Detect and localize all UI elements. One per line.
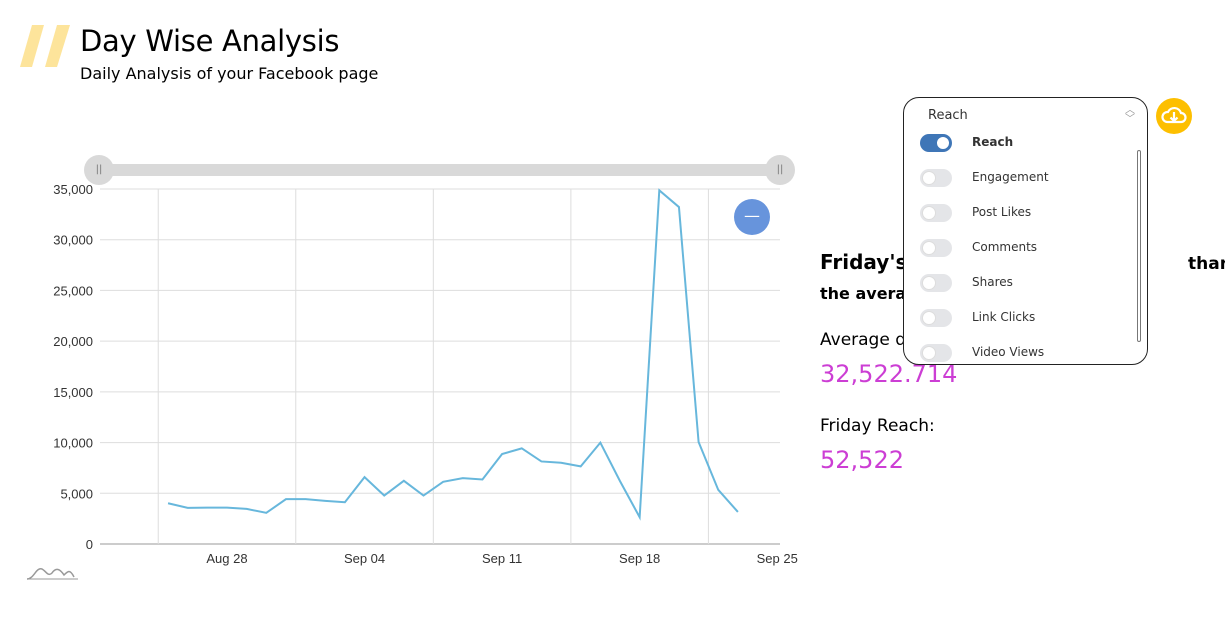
dropdown-selected[interactable]: Reach: [928, 108, 968, 123]
x-tick-label: Sep 25: [757, 551, 798, 566]
option-video-views[interactable]: Video Views: [920, 344, 1120, 364]
zoom-out-button[interactable]: —: [734, 199, 770, 235]
chevron-up-down-icon[interactable]: ︿ ﹀: [1125, 106, 1135, 125]
headline-end: than: [1188, 254, 1225, 274]
option-link-clicks[interactable]: Link Clicks: [920, 309, 1120, 331]
metric-dropdown[interactable]: Reach ︿ ﹀ Reach Engagement Post Likes Com…: [903, 97, 1148, 365]
y-tick-label: 20,000: [53, 334, 93, 349]
option-comments[interactable]: Comments: [920, 239, 1120, 261]
toggle-video-views[interactable]: [920, 344, 952, 362]
chart-range-scrollbar[interactable]: [98, 164, 780, 176]
x-tick-label: Sep 04: [344, 551, 385, 566]
toggle-engagement[interactable]: [920, 169, 952, 187]
toggle-shares[interactable]: [920, 274, 952, 292]
toggle-reach[interactable]: [920, 134, 952, 152]
friday-value: 52,522: [820, 446, 904, 474]
y-tick-label: 25,000: [53, 283, 93, 298]
y-tick-label: 0: [86, 537, 93, 552]
option-reach[interactable]: Reach: [920, 134, 1120, 156]
x-tick-label: Sep 18: [619, 551, 660, 566]
amcharts-logo-icon[interactable]: [26, 563, 80, 583]
toggle-post-likes[interactable]: [920, 204, 952, 222]
page-subtitle: Daily Analysis of your Facebook page: [80, 64, 379, 83]
reach-line-chart: 0 5,000 10,000 15,000 20,000 25,000 30,000 35,0…: [53, 182, 798, 566]
x-tick-label: Aug 28: [206, 551, 247, 566]
y-tick-label: 35,000: [53, 182, 93, 197]
option-engagement[interactable]: Engagement: [920, 169, 1120, 191]
cloud-download-icon: [1161, 106, 1187, 124]
y-tick-label: 15,000: [53, 385, 93, 400]
title-slashes-decoration: [20, 25, 70, 67]
friday-label: Friday Reach:: [820, 416, 935, 436]
download-button[interactable]: [1156, 98, 1192, 134]
average-label: Average d: [820, 330, 907, 350]
y-tick-label: 5,000: [60, 486, 93, 501]
toggle-comments[interactable]: [920, 239, 952, 257]
minus-icon: —: [744, 206, 760, 225]
option-post-likes[interactable]: Post Likes: [920, 204, 1120, 226]
insight-headline: Friday's than: [820, 250, 1225, 274]
toggle-link-clicks[interactable]: [920, 309, 952, 327]
dropdown-options-list: Reach Engagement Post Likes Comments Sha…: [904, 134, 1147, 364]
y-tick-label: 30,000: [53, 233, 93, 248]
x-tick-label: Sep 11: [482, 551, 522, 566]
page-title: Day Wise Analysis: [80, 24, 340, 58]
option-shares[interactable]: Shares: [920, 274, 1120, 296]
y-tick-label: 10,000: [53, 436, 93, 451]
dropdown-scrollbar[interactable]: [1137, 150, 1141, 342]
headline-start: Friday's: [820, 250, 908, 274]
